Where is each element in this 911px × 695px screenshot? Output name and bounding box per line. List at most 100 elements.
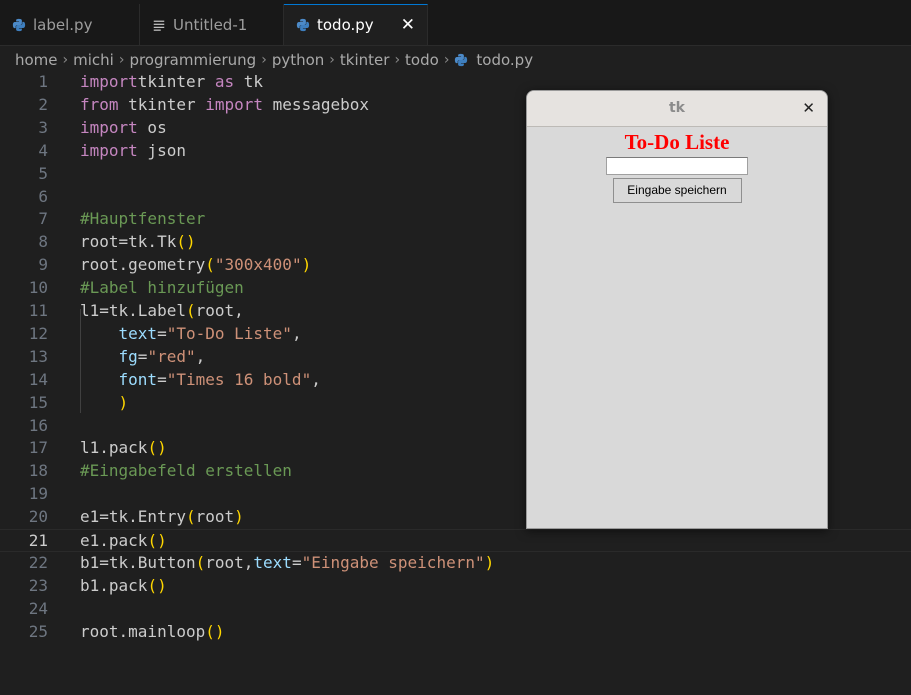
line-number: 13 [28,346,48,366]
code-token: #Label hinzufügen [80,278,244,298]
breadcrumb-item-python[interactable]: python [272,51,324,69]
code-token: "Eingabe speichern" [301,552,485,572]
text-lines-icon [152,18,166,32]
code-token: b1=tk.Button [80,552,196,572]
tab-label: todo.py [317,16,374,34]
line-number: 24 [28,598,48,618]
code-token: font [118,369,158,389]
line-number: 18 [28,461,48,481]
tab-untitled-1[interactable]: Untitled-1 [140,4,284,45]
code-text: from tkinter import messagebox [80,94,369,117]
code-token: () [147,531,167,550]
code-token: #Hauptfenster [80,209,206,229]
line-number: 21 [28,531,48,550]
line-number: 19 [28,484,48,504]
code-token: messagebox [263,94,369,114]
code-token: "To-Do Liste" [166,323,292,343]
code-text: importtkinter as tk [80,71,263,94]
breadcrumb: home › michi › programmierung › python ›… [0,46,911,74]
code-line[interactable]: 25 root.mainloop() [0,621,911,644]
code-token: ) [118,392,129,412]
code-text: #Hauptfenster [80,208,205,231]
code-token: l1.pack [80,438,148,458]
chevron-right-icon: › [443,52,450,68]
breadcrumb-item-michi[interactable]: michi [73,51,114,69]
code-token: import [80,117,138,137]
code-text: import json [80,140,186,163]
code-text: l1=tk.Label(root, [80,300,244,323]
line-number: 6 [38,186,48,206]
code-text: e1=tk.Entry(root) [80,506,244,529]
breadcrumb-item-file[interactable]: todo.py [454,51,533,69]
code-token: () [147,575,167,595]
code-line[interactable]: 24 [0,598,911,621]
save-entry-button[interactable]: Eingabe speichern [612,178,742,203]
line-number: 23 [28,575,48,595]
breadcrumb-item-home[interactable]: home [15,51,58,69]
todo-label: To-Do Liste [624,130,730,154]
code-text: #Eingabefeld erstellen [80,460,292,483]
code-token: "red" [147,346,196,366]
tk-window[interactable]: tk ✕ To-Do Liste Eingabe speichern [526,90,828,529]
code-token: as [214,72,235,91]
code-token: l1=tk.Label [80,301,186,320]
line-number: 1 [38,72,48,91]
breadcrumb-item-programmierung[interactable]: programmierung [129,51,256,69]
code-token: tkinter [118,94,206,114]
code-token: = [137,346,148,366]
indent-guide [80,309,81,413]
code-token: ) [234,507,244,527]
breadcrumb-item-tkinter[interactable]: tkinter [340,51,390,69]
code-token: () [176,232,196,252]
code-token: e1=tk.Entry [80,507,186,527]
close-icon[interactable]: ✕ [802,91,815,126]
code-text: root.mainloop() [80,621,225,644]
code-token: root.mainloop [80,621,206,641]
code-token: #Eingabefeld erstellen [80,461,292,481]
code-token: tk [234,72,264,91]
todo-entry[interactable] [606,157,748,175]
code-text: import os [80,117,167,140]
code-token: "300x400" [214,255,302,275]
code-token: = [157,323,167,343]
code-token: ) [301,255,312,275]
python-icon [454,53,468,67]
code-text: l1.pack() [80,437,167,460]
line-number: 5 [38,163,48,183]
code-text: #Label hinzufügen [80,277,244,300]
code-text: ) [80,392,129,415]
code-token: from [80,94,119,114]
code-token: , [311,369,321,389]
tab-todo-py[interactable]: todo.py ✕ [284,4,428,45]
code-text: root=tk.Tk() [80,231,196,254]
line-number: 4 [38,140,48,160]
code-token: b1.pack [80,575,148,595]
code-token: fg [118,346,138,366]
tk-titlebar[interactable]: tk ✕ [527,91,827,127]
code-token: import [80,72,138,91]
code-token: () [147,438,167,458]
close-icon[interactable]: ✕ [401,15,415,35]
code-token: ( [185,301,196,320]
code-line[interactable]: 22 b1=tk.Button(root,text="Eingabe speich… [0,552,911,575]
code-line[interactable]: 23 b1.pack() [0,575,911,598]
code-token: json [137,140,186,160]
code-line[interactable]: 21 e1.pack() [0,529,911,552]
code-token: ( [205,255,215,275]
tab-label-py[interactable]: label.py [0,4,140,45]
code-token: import [205,94,264,114]
code-text: e1.pack() [80,530,167,553]
code-text: b1.pack() [80,575,167,598]
chevron-right-icon: › [394,52,401,68]
code-token: root.geometry [80,255,206,275]
line-number: 17 [28,438,48,458]
python-icon [296,18,310,32]
line-number: 10 [28,278,48,298]
line-number: 9 [38,255,48,275]
breadcrumb-item-todo[interactable]: todo [405,51,439,69]
code-token: root, [195,301,244,320]
line-number: 3 [38,117,48,137]
chevron-right-icon: › [118,52,125,68]
